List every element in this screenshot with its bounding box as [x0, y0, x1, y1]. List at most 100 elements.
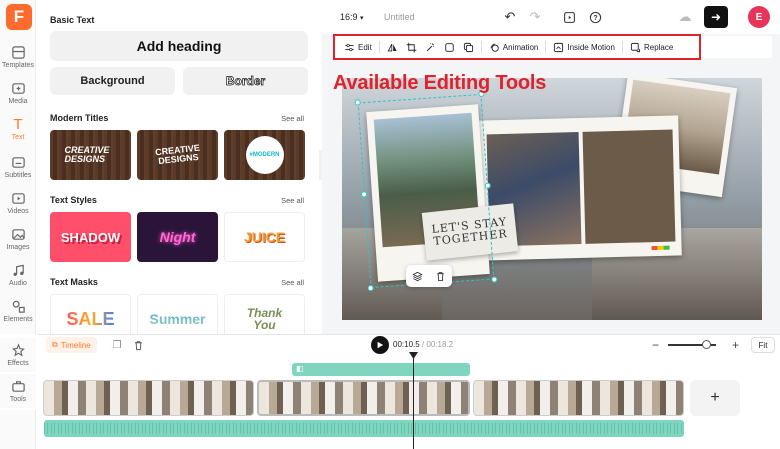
rail-text[interactable]: T Text [0, 112, 36, 146]
flip-icon [387, 43, 397, 51]
text-clip-icon: ◧ [296, 364, 304, 373]
video-canvas[interactable]: LET'S STAY TOGETHER [342, 78, 762, 320]
timecode: 00:10.5 / 00:18.2 [393, 340, 454, 349]
modern-title-thumb-1[interactable]: CREATIVE DESIGNS [50, 130, 131, 180]
help-button[interactable]: ? [586, 8, 604, 26]
user-avatar[interactable]: E [748, 6, 770, 28]
text-masks-title: Text Masks [50, 277, 98, 287]
add-clip-button[interactable]: + [690, 380, 740, 416]
timeline-controls: ⧉ Timeline ❐ 00:10.5 / 00:18.2 − + Fit [38, 334, 780, 354]
replace-tool[interactable]: Replace [626, 37, 677, 57]
playhead[interactable] [413, 354, 414, 449]
undo-button[interactable]: ↶ [501, 8, 519, 26]
mask-thumb-sale[interactable]: SALE [50, 294, 131, 334]
video-clip-3[interactable] [473, 380, 684, 416]
style-thumb-juice[interactable]: JUICE [224, 212, 305, 262]
resize-handle[interactable] [491, 276, 498, 283]
rail-tools[interactable]: Tools [0, 374, 36, 408]
zoom-out-button[interactable]: − [652, 338, 659, 352]
videos-icon [11, 193, 25, 204]
style-thumb-shadow[interactable]: SHADOW [50, 212, 131, 262]
zoom-slider-handle[interactable] [702, 340, 712, 349]
redo-button[interactable]: ↷ [526, 8, 544, 26]
background-text-button[interactable]: Background [50, 67, 175, 95]
text-track-clip[interactable]: ◧ [292, 363, 470, 376]
flip-tool[interactable] [383, 37, 402, 57]
inside-motion-icon [554, 42, 564, 52]
selection-box[interactable] [354, 90, 498, 292]
modern-titles-see-all[interactable]: See all [281, 114, 304, 123]
square-icon [445, 42, 454, 52]
screenshot-button[interactable] [560, 8, 578, 26]
animation-tool[interactable]: Animation [485, 37, 543, 57]
modern-title-text-2: CREATIVE DESIGNS [154, 142, 200, 167]
shape-mask-tool[interactable] [440, 37, 459, 57]
rail-videos[interactable]: Videos [0, 186, 36, 220]
rail-subtitles[interactable]: Subtitles [0, 150, 36, 184]
app-logo[interactable]: F [6, 4, 32, 30]
rail-audio[interactable]: Audio [0, 258, 36, 292]
basic-text-title: Basic Text [50, 15, 95, 25]
trash-icon[interactable] [435, 271, 446, 282]
zoom-in-button[interactable]: + [732, 338, 739, 352]
magic-wand-icon [426, 42, 434, 51]
toolbar-separator [545, 41, 547, 53]
sliders-icon [345, 43, 354, 51]
toolbar-separator [621, 41, 623, 53]
modern-title-thumb-2[interactable]: CREATIVE DESIGNS [137, 130, 218, 180]
video-clip-2[interactable] [257, 380, 470, 416]
svg-text:?: ? [593, 15, 597, 22]
text-styles-see-all[interactable]: See all [281, 196, 304, 205]
plus-icon: + [710, 389, 720, 406]
copy-icon: ❐ [112, 339, 122, 351]
layer-style-tool[interactable] [459, 37, 478, 57]
editing-toolbar: Edit Animation Inside Motion Replace [333, 34, 701, 60]
mask-thumb-summer[interactable]: Summer [137, 294, 218, 334]
mask-thumb-thank-you[interactable]: Thank You [224, 294, 305, 334]
rail-images[interactable]: Images [0, 222, 36, 256]
text-masks-see-all[interactable]: See all [281, 278, 304, 287]
screenshot-icon [563, 11, 575, 23]
modern-title-text-1: CREATIVE DESIGNS [64, 145, 110, 164]
aspect-ratio-select[interactable]: 16:9 ▾ [340, 12, 364, 22]
modern-titles-title: Modern Titles [50, 113, 109, 123]
play-button[interactable] [371, 336, 389, 354]
modern-title-thumb-3[interactable]: #MODERN [224, 130, 305, 180]
layers-icon[interactable] [412, 271, 423, 282]
layers-square-icon [463, 42, 473, 52]
elements-icon [12, 300, 25, 313]
inside-motion-tool[interactable]: Inside Motion [549, 37, 619, 57]
timeline-tab[interactable]: ⧉ Timeline [46, 337, 97, 353]
replace-icon [630, 42, 641, 52]
audio-track[interactable] [44, 420, 684, 437]
rail-elements[interactable]: Elements [0, 294, 36, 328]
toolbar-separator [378, 41, 380, 53]
script-text-card [582, 129, 676, 244]
rail-media[interactable]: Media [0, 76, 36, 110]
export-button[interactable]: ➜ [704, 6, 728, 28]
modern-title-text-3: #MODERN [245, 136, 284, 174]
style-thumb-night[interactable]: Night [137, 212, 218, 262]
add-heading-button[interactable]: Add heading [50, 31, 308, 61]
delete-button[interactable] [131, 338, 145, 352]
help-icon: ? [589, 11, 601, 23]
rail-templates[interactable]: Templates [0, 40, 36, 74]
play-icon [377, 341, 384, 349]
crop-tool[interactable] [402, 37, 421, 57]
resize-handle[interactable] [354, 99, 361, 106]
copy-button[interactable]: ❐ [110, 338, 124, 352]
border-text-button[interactable]: Border [183, 67, 308, 95]
edit-tool[interactable]: Edit [340, 37, 376, 57]
text-icon: T [13, 116, 23, 133]
project-title[interactable]: Untitled [384, 12, 415, 22]
resize-handle[interactable] [360, 191, 368, 198]
magic-tool[interactable] [421, 37, 440, 57]
trash-icon [134, 340, 142, 350]
effects-icon [11, 343, 25, 357]
audio-waveform [44, 423, 684, 434]
fit-button[interactable]: Fit [751, 337, 775, 353]
annotation-label: Available Editing Tools [333, 72, 547, 94]
rail-effects[interactable]: Effects [0, 338, 36, 372]
video-clip-1[interactable] [43, 380, 254, 416]
cloud-save-button[interactable]: ☁ [676, 8, 694, 26]
